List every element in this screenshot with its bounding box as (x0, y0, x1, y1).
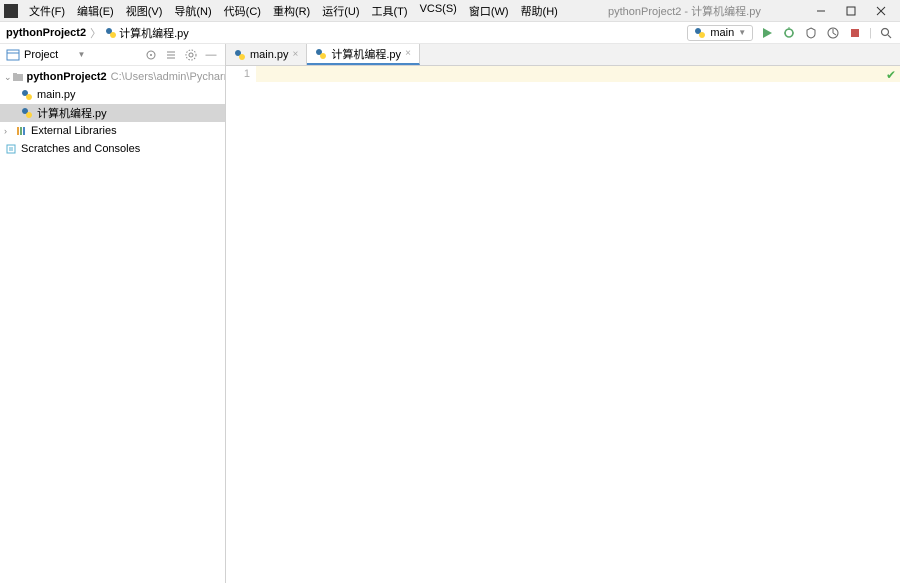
coverage-icon (805, 27, 817, 39)
editor-area: main.py × 计算机编程.py × 1 ✔ (226, 44, 900, 583)
run-button[interactable] (759, 25, 775, 41)
inspection-ok-icon[interactable]: ✔ (886, 68, 896, 82)
chevron-down-icon[interactable]: ▼ (78, 50, 86, 59)
tree-root-path: C:\Users\admin\PycharmProjects\p (111, 71, 225, 83)
project-panel-icon (6, 48, 20, 62)
hide-button[interactable]: — (203, 47, 219, 63)
python-file-icon (315, 48, 327, 60)
expand-arrow-icon[interactable]: › (4, 126, 14, 136)
python-file-icon (105, 27, 117, 39)
select-opened-file-button[interactable] (143, 47, 159, 63)
play-icon (761, 27, 773, 39)
run-config-label: main (710, 27, 734, 39)
tree-external-libraries[interactable]: › External Libraries (0, 122, 225, 140)
menu-edit[interactable]: 编辑(E) (72, 1, 119, 21)
editor-tabs: main.py × 计算机编程.py × (226, 44, 900, 66)
target-icon (145, 49, 157, 61)
line-gutter: 1 (226, 66, 256, 583)
current-line-highlight (256, 66, 900, 82)
folder-icon (12, 70, 24, 84)
close-button[interactable] (866, 1, 896, 21)
breadcrumb-project-label: pythonProject2 (6, 27, 86, 39)
library-icon (14, 124, 28, 138)
editor-body[interactable]: 1 ✔ (226, 66, 900, 583)
close-icon (876, 6, 886, 16)
debug-button[interactable] (781, 25, 797, 41)
project-panel-title[interactable]: Project (24, 49, 74, 61)
minimize-icon (816, 6, 826, 16)
menu-window[interactable]: 窗口(W) (464, 1, 514, 21)
tree-file-label: main.py (37, 89, 76, 101)
menu-bar: 文件(F) 编辑(E) 视图(V) 导航(N) 代码(C) 重构(R) 运行(U… (24, 1, 563, 21)
search-icon (880, 27, 892, 39)
tree-file-label: 计算机编程.py (37, 105, 107, 121)
stop-icon (850, 28, 860, 38)
maximize-button[interactable] (836, 1, 866, 21)
code-area[interactable]: ✔ (256, 66, 900, 583)
scratches-icon (4, 142, 18, 156)
gear-icon (185, 49, 197, 61)
titlebar: 文件(F) 编辑(E) 视图(V) 导航(N) 代码(C) 重构(R) 运行(U… (0, 0, 900, 22)
window-title: pythonProject2 - 计算机编程.py (563, 3, 806, 19)
menu-run[interactable]: 运行(U) (317, 1, 364, 21)
tab-label: 计算机编程.py (331, 46, 401, 62)
tab-current[interactable]: 计算机编程.py × (307, 44, 420, 65)
maximize-icon (846, 6, 856, 16)
search-button[interactable] (878, 25, 894, 41)
tree-file-main[interactable]: main.py (0, 86, 225, 104)
tree-root[interactable]: ⌄ pythonProject2 C:\Users\admin\PycharmP… (0, 68, 225, 86)
profile-icon (827, 27, 839, 39)
toolbar: | (759, 25, 894, 41)
menu-vcs[interactable]: VCS(S) (415, 1, 462, 21)
line-number: 1 (226, 68, 250, 80)
menu-help[interactable]: 帮助(H) (516, 1, 563, 21)
minus-icon: — (206, 49, 217, 61)
minimize-button[interactable] (806, 1, 836, 21)
tab-close-icon[interactable]: × (405, 48, 411, 59)
menu-code[interactable]: 代码(C) (219, 1, 266, 21)
tree-file-current[interactable]: 计算机编程.py (0, 104, 225, 122)
profile-button[interactable] (825, 25, 841, 41)
window-controls (806, 1, 896, 21)
menu-tools[interactable]: 工具(T) (367, 1, 413, 21)
expand-icon (165, 49, 177, 61)
main-area: Project ▼ — ⌄ pythonProject2 (0, 44, 900, 583)
breadcrumb-file-label: 计算机编程.py (119, 25, 189, 41)
separator: | (869, 27, 872, 39)
tab-main[interactable]: main.py × (226, 44, 307, 65)
breadcrumb: pythonProject2 〉 计算机编程.py (6, 25, 687, 41)
chevron-right-icon: 〉 (90, 25, 101, 41)
project-sidebar: Project ▼ — ⌄ pythonProject2 (0, 44, 226, 583)
chevron-down-icon: ▼ (738, 28, 746, 37)
tree-root-name: pythonProject2 (27, 71, 107, 83)
tree-external-label: External Libraries (31, 125, 117, 137)
menu-view[interactable]: 视图(V) (121, 1, 168, 21)
python-file-icon (20, 88, 34, 102)
tab-close-icon[interactable]: × (293, 49, 299, 60)
breadcrumb-file[interactable]: 计算机编程.py (105, 25, 189, 41)
run-coverage-button[interactable] (803, 25, 819, 41)
navbar: pythonProject2 〉 计算机编程.py main ▼ | (0, 22, 900, 44)
stop-button[interactable] (847, 25, 863, 41)
expand-arrow-icon[interactable]: ⌄ (4, 72, 12, 83)
run-config-selector[interactable]: main ▼ (687, 25, 753, 41)
project-panel-header: Project ▼ — (0, 44, 225, 66)
python-file-icon (20, 106, 34, 120)
tree-scratches-label: Scratches and Consoles (21, 143, 140, 155)
project-tree[interactable]: ⌄ pythonProject2 C:\Users\admin\PycharmP… (0, 66, 225, 583)
app-icon (4, 4, 18, 18)
menu-file[interactable]: 文件(F) (24, 1, 70, 21)
tree-scratches[interactable]: Scratches and Consoles (0, 140, 225, 158)
tab-label: main.py (250, 49, 289, 61)
bug-icon (783, 27, 795, 39)
breadcrumb-project[interactable]: pythonProject2 (6, 27, 86, 39)
menu-navigate[interactable]: 导航(N) (169, 1, 216, 21)
menu-refactor[interactable]: 重构(R) (268, 1, 315, 21)
python-file-icon (234, 49, 246, 61)
expand-all-button[interactable] (163, 47, 179, 63)
settings-button[interactable] (183, 47, 199, 63)
python-icon (694, 27, 706, 39)
